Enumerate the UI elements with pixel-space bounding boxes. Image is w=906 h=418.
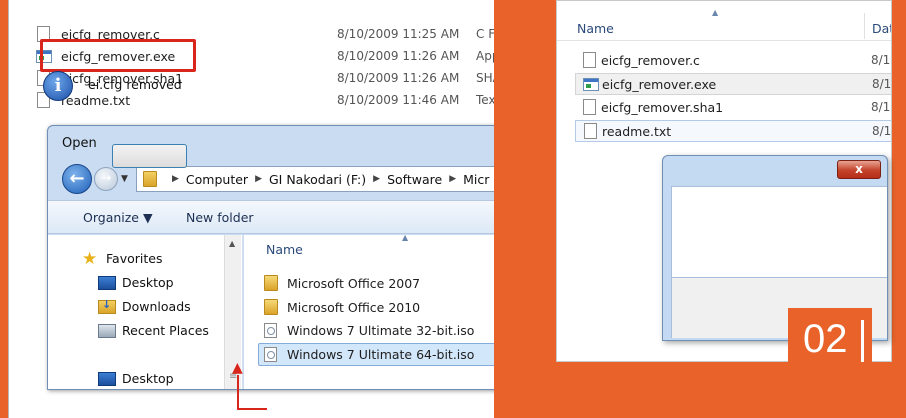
file-item-label: Windows 7 Ultimate 64-bit.iso: [287, 347, 475, 362]
dialog-title: Open: [62, 136, 97, 151]
breadcrumb-computer[interactable]: Computer: [186, 172, 248, 187]
column-header-date[interactable]: Dat: [872, 21, 891, 36]
badge-cursor-bar: [861, 320, 864, 362]
file-row-readme-txt[interactable]: readme.txt 8/1: [575, 120, 892, 142]
file-item-label: Windows 7 Ultimate 32-bit.iso: [287, 323, 475, 338]
file-item-win7-64bit-iso[interactable]: Windows 7 Ultimate 64-bit.iso: [264, 347, 474, 362]
file-date: 8/1: [872, 77, 892, 91]
scroll-up-arrow-icon[interactable]: ▲: [229, 239, 235, 248]
nav-item-favorites[interactable]: ★ Favorites: [82, 248, 163, 269]
file-type: SHA: [476, 71, 494, 85]
iso-file-icon: [264, 323, 277, 338]
file-item-label: Microsoft Office 2010: [287, 299, 421, 315]
exe-file-icon: [583, 78, 599, 91]
nav-item-label: Desktop: [122, 275, 174, 290]
dialog-toolbar: Organize ▼ New folder: [48, 200, 494, 234]
file-name: eicfg_remover.exe: [602, 77, 717, 92]
folder-icon: [143, 171, 157, 187]
back-arrow-icon[interactable]: ←: [62, 164, 92, 194]
navigation-pane: ★ Favorites Desktop Downloads Recent Pla…: [48, 235, 243, 389]
chevron-right-icon[interactable]: ▶: [373, 174, 380, 184]
star-icon: ★: [82, 248, 98, 269]
message-text: ei.cfg removed: [88, 77, 182, 92]
file-row-eicfg-remover-sha1[interactable]: eicfg_remover.sha1 8/1: [575, 97, 891, 119]
nav-item-label: Downloads: [122, 299, 191, 314]
chevron-right-icon[interactable]: ▶: [172, 174, 179, 184]
annotation-arrow-line: [237, 408, 267, 410]
file-type: Tex: [476, 93, 494, 107]
file-date: 8/1: [872, 124, 892, 138]
column-header-bar: ▲ Name Dat: [557, 1, 891, 41]
desktop-icon: [98, 275, 116, 290]
downloads-icon: [98, 298, 116, 314]
nav-item-label: Recent Places: [122, 323, 209, 338]
c-file-icon: [583, 52, 596, 68]
close-button[interactable]: x: [837, 160, 881, 179]
file-name: eicfg_remover.c: [601, 53, 700, 68]
file-item-label: Microsoft Office 2007: [287, 275, 421, 291]
file-date: 8/10/2009 11:25 AM: [337, 27, 460, 41]
new-folder-button[interactable]: New folder: [186, 210, 254, 225]
sort-ascending-icon: ▲: [402, 233, 409, 242]
file-type: App: [476, 49, 494, 63]
file-date: 8/10/2009 11:26 AM: [337, 49, 460, 63]
nav-item-label: Desktop: [122, 371, 174, 386]
forward-arrow-icon[interactable]: →: [94, 167, 118, 191]
recent-places-icon: [98, 323, 116, 338]
explorer-window-left: eicfg_remover.c 8/10/2009 11:25 AM C Fi …: [8, 0, 494, 418]
breadcrumb-software[interactable]: Software: [387, 172, 442, 187]
chevron-right-icon[interactable]: ▶: [255, 174, 262, 184]
step-number-badge: 02: [788, 308, 872, 370]
file-item-win7-32bit-iso[interactable]: Windows 7 Ultimate 32-bit.iso: [264, 323, 474, 338]
file-row-eicfg-remover-exe[interactable]: eicfg_remover.exe 8/1: [575, 73, 892, 95]
file-date: 8/10/2009 11:26 AM: [337, 71, 460, 85]
desktop-icon: [98, 371, 116, 386]
sha1-file-icon: [583, 99, 596, 115]
txt-file-icon: [584, 123, 597, 139]
annotation-arrow-head-icon: ▲: [232, 360, 243, 376]
nav-item-label: Favorites: [106, 251, 163, 266]
message-box-body: [671, 186, 887, 278]
ok-button[interactable]: [112, 144, 187, 168]
column-header-name[interactable]: Name: [577, 21, 614, 36]
exe-highlight-box: [40, 39, 196, 72]
file-name: eicfg_remover.sha1: [601, 100, 724, 115]
file-row-eicfg-remover-c[interactable]: eicfg_remover.c 8/1: [575, 50, 891, 72]
file-item-office-2010[interactable]: Microsoft Office 2010: [264, 299, 420, 315]
file-name: readme.txt: [602, 124, 672, 139]
file-row-readme-txt[interactable]: readme.txt 8/10/2009 11:46 AM Tex: [9, 90, 494, 110]
info-icon: i: [43, 71, 73, 101]
file-date: 8/10/2009 11:46 AM: [337, 93, 460, 107]
annotation-arrow-line: [237, 375, 239, 410]
file-date: 8/1: [871, 53, 891, 67]
sort-ascending-icon: ▲: [712, 8, 719, 17]
breadcrumb-microsoft[interactable]: Micr: [463, 172, 489, 187]
chevron-right-icon[interactable]: ▶: [449, 174, 456, 184]
file-item-office-2007[interactable]: Microsoft Office 2007: [264, 275, 420, 291]
file-type: C Fi: [476, 27, 494, 41]
file-date: 8/1: [871, 100, 891, 114]
nav-item-recent-places[interactable]: Recent Places: [98, 323, 209, 338]
history-dropdown-icon[interactable]: ▼: [121, 174, 128, 184]
breadcrumb-drive[interactable]: GI Nakodari (F:): [269, 172, 366, 187]
nav-item-desktop[interactable]: Desktop: [98, 275, 174, 290]
iso-file-icon: [264, 347, 277, 362]
address-bar[interactable]: ▶ Computer ▶ GI Nakodari (F:) ▶ Software…: [136, 166, 494, 192]
folder-icon: [264, 275, 278, 291]
nav-item-downloads[interactable]: Downloads: [98, 298, 191, 314]
folder-icon: [264, 299, 278, 315]
nav-item-desktop-root[interactable]: Desktop: [98, 371, 174, 386]
organize-button[interactable]: Organize ▼: [83, 210, 153, 225]
column-divider[interactable]: [864, 13, 865, 39]
file-name: readme.txt: [61, 92, 131, 108]
column-header-name[interactable]: Name: [266, 242, 303, 257]
